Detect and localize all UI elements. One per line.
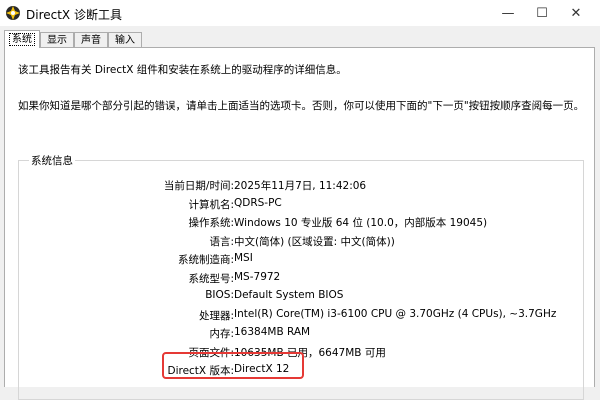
- row-label: 内存:: [209, 328, 234, 340]
- row-label: 系统制造商:: [177, 254, 234, 266]
- info-row-processor: 处理器: Intel(R) Core(TM) i3-6100 CPU @ 3.7…: [19, 308, 579, 324]
- close-button[interactable]: ✕: [560, 0, 592, 26]
- tab-label: 系统: [9, 33, 35, 46]
- tab-system[interactable]: 系统: [4, 30, 40, 48]
- description-line-2: 如果你知道是哪个部分引起的错误，请单击上面适当的选项卡。否则，你可以使用下面的"…: [18, 100, 585, 112]
- row-value: Intel(R) Core(TM) i3-6100 CPU @ 3.70GHz …: [234, 307, 557, 320]
- row-label: 系统型号:: [188, 272, 234, 285]
- directx-version-highlight: [162, 352, 304, 379]
- info-row-os: 操作系统: Windows 10 专业版 64 位 (10.0，内部版本 190…: [19, 215, 579, 231]
- row-value: MSI: [234, 252, 253, 264]
- tab-label: 显示: [47, 35, 67, 46]
- row-value: MS-7972: [234, 270, 281, 283]
- row-value: Default System BIOS: [234, 289, 344, 301]
- description-line-1: 该工具报告有关 DirectX 组件和安装在系统上的驱动程序的详细信息。: [18, 64, 347, 76]
- title-bar: DirectX 诊断工具 — ☐ ✕: [0, 0, 600, 26]
- minimize-button[interactable]: —: [492, 0, 524, 26]
- info-row-computer-name: 计算机名: QDRS-PC: [19, 197, 579, 213]
- row-label: 语言:: [209, 235, 234, 248]
- info-row-datetime: 当前日期/时间: 2025年11月7日, 11:42:06: [19, 178, 579, 194]
- row-value: QDRS-PC: [234, 196, 282, 209]
- close-icon: ✕: [570, 5, 582, 21]
- group-title: 系统信息: [29, 153, 75, 168]
- info-row-manufacturer: 系统制造商: MSI: [19, 252, 579, 268]
- minimize-icon: —: [501, 5, 515, 21]
- info-row-bios: BIOS: Default System BIOS: [19, 289, 579, 305]
- tab-sound[interactable]: 声音: [74, 32, 108, 48]
- row-label: 当前日期/时间:: [163, 180, 234, 192]
- tab-label: 声音: [81, 35, 101, 46]
- tab-label: 输入: [115, 35, 135, 46]
- info-row-model: 系统型号: MS-7972: [19, 271, 579, 287]
- maximize-icon: ☐: [536, 5, 548, 21]
- row-value: 中文(简体) (区域设置: 中文(简体)): [234, 235, 395, 248]
- maximize-button[interactable]: ☐: [526, 0, 558, 26]
- directx-icon: [6, 6, 20, 20]
- row-label: BIOS:: [205, 289, 234, 301]
- row-value: Windows 10 专业版 64 位 (10.0，内部版本 19045): [234, 217, 488, 229]
- tab-display[interactable]: 显示: [40, 32, 74, 48]
- row-label: 计算机名:: [188, 198, 234, 211]
- tab-input[interactable]: 输入: [108, 32, 142, 48]
- info-row-memory: 内存: 16384MB RAM: [19, 326, 579, 342]
- row-value: 2025年11月7日, 11:42:06: [234, 180, 367, 192]
- row-label: 处理器:: [198, 309, 234, 322]
- row-label: 操作系统:: [188, 217, 234, 229]
- row-value: 16384MB RAM: [234, 326, 311, 338]
- info-row-language: 语言: 中文(简体) (区域设置: 中文(简体)): [19, 234, 579, 250]
- system-tab-panel: 该工具报告有关 DirectX 组件和安装在系统上的驱动程序的详细信息。 如果你…: [4, 47, 595, 400]
- window-title: DirectX 诊断工具: [26, 8, 122, 22]
